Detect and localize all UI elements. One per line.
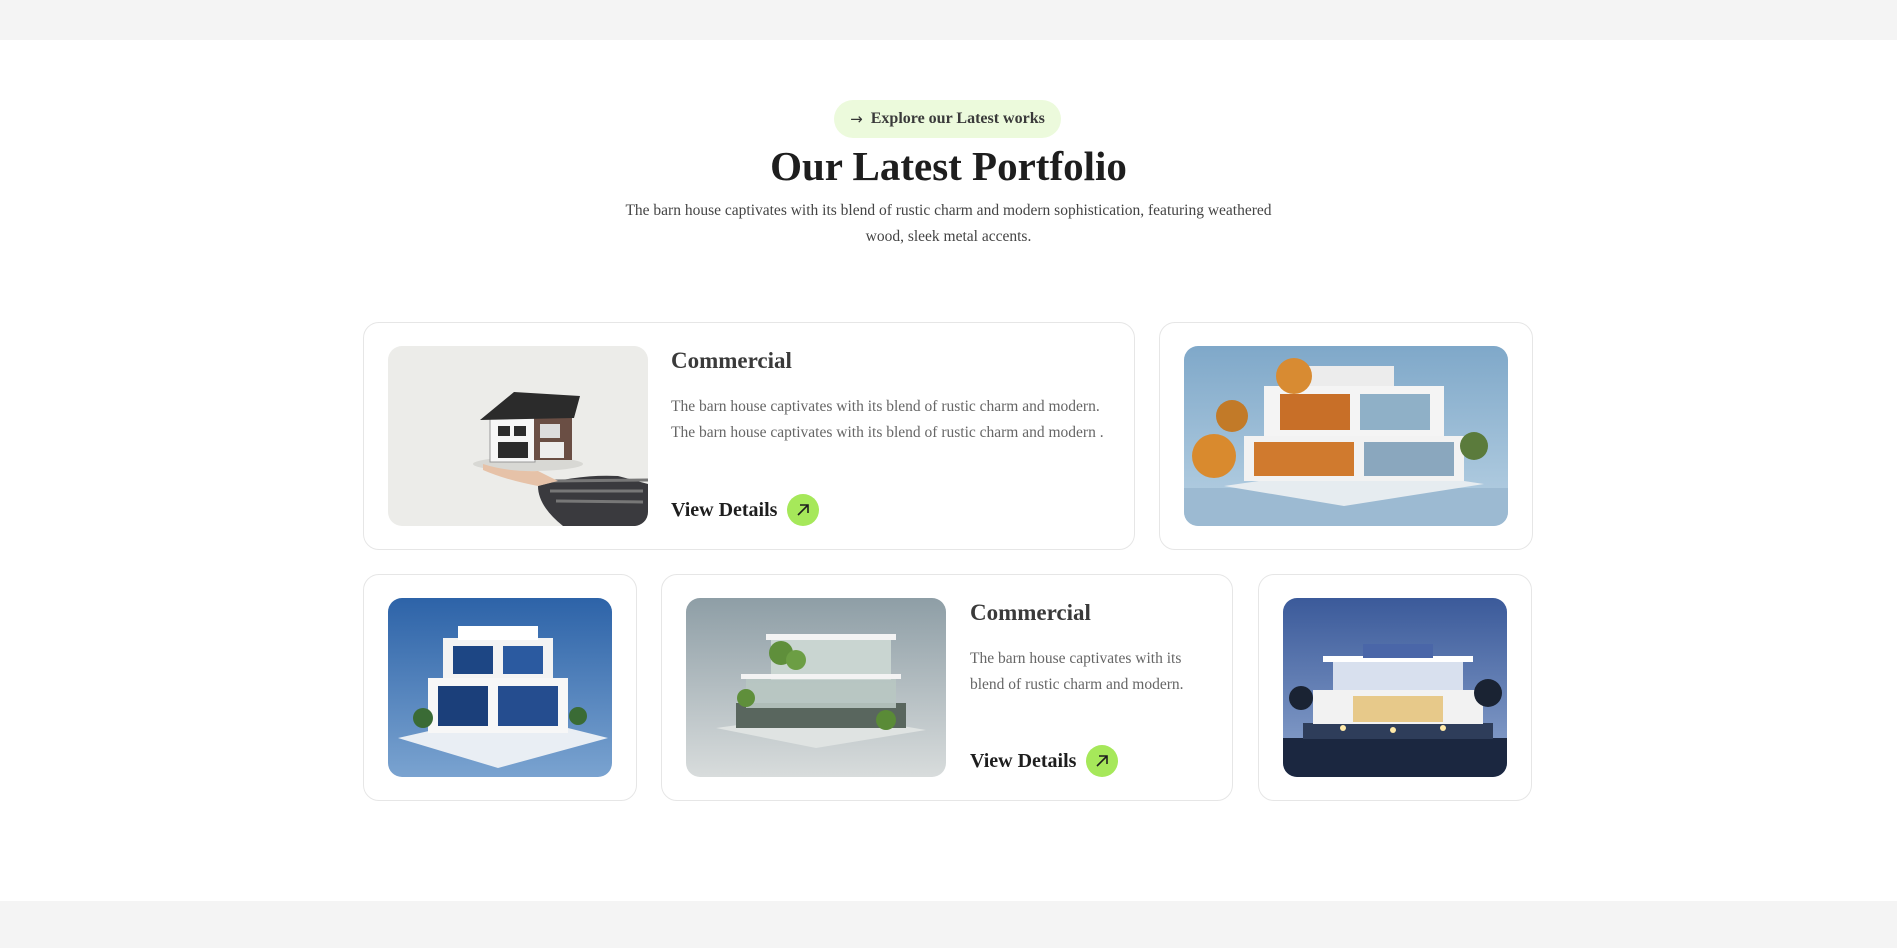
- explore-badge: → Explore our Latest works: [834, 100, 1061, 138]
- portfolio-image-house-at-night[interactable]: [1283, 598, 1507, 777]
- portfolio-image-glass-house-with-greenery[interactable]: [686, 598, 946, 777]
- card-4-title: Commercial: [970, 600, 1091, 625]
- page-title: Our Latest Portfolio: [770, 143, 1127, 189]
- view-details-label: View Details: [671, 498, 778, 521]
- arrow-up-right-icon[interactable]: [1086, 745, 1119, 777]
- view-details-label: View Details: [970, 749, 1077, 772]
- card-1-view-details-link[interactable]: View Details: [671, 494, 820, 526]
- card-4-view-details-link[interactable]: View Details: [970, 745, 1119, 777]
- portfolio-image-house-model-on-hand[interactable]: [388, 346, 648, 526]
- badge-label: Explore our Latest works: [870, 110, 1045, 127]
- card-1-text: The barn house captivates with its blend…: [671, 398, 1104, 441]
- portfolio-image-modern-house-with-orange-trees[interactable]: [1184, 346, 1508, 526]
- card-1-title: Commercial: [671, 348, 792, 373]
- arrow-up-right-icon[interactable]: [787, 494, 820, 526]
- portfolio-image-white-blue-modern-house[interactable]: [388, 598, 612, 777]
- card-4-text: The barn house captivates with its blend…: [970, 650, 1184, 693]
- page-subtitle: The barn house captivates with its blend…: [625, 202, 1272, 245]
- arrow-right-icon: →: [850, 110, 863, 128]
